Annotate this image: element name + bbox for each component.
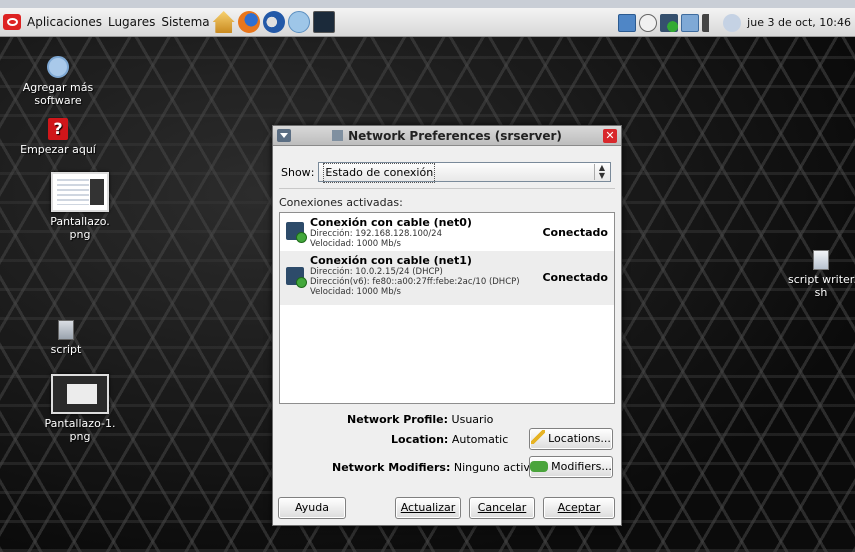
network-profile-row: Network Profile: Usuario (347, 413, 493, 426)
help-button-label: Ayuda (295, 501, 329, 514)
desktop-icon-label: Agregar más (22, 81, 94, 94)
home-folder-icon[interactable] (212, 11, 235, 33)
network-modifiers-label: Network Modifiers: (332, 461, 451, 474)
desktop-icon-label: Pantallazo. (50, 215, 110, 228)
desktop-icon-label: png (69, 430, 91, 443)
menu-lugares[interactable]: Lugares (108, 15, 155, 29)
update-manager-icon[interactable] (287, 11, 310, 33)
connection-name: Conexión con cable (net1) (310, 254, 472, 267)
firefox-icon[interactable] (237, 11, 260, 33)
connection-detail: Velocidad: 1000 Mb/s (310, 287, 401, 297)
clock[interactable]: jue 3 de oct, 10:46 (747, 16, 851, 29)
desktop-icon-label: software (34, 94, 82, 107)
network-profile-value: Usuario (451, 413, 494, 426)
system-tray: jue 3 de oct, 10:46 (618, 8, 855, 37)
screenshot-thumbnail-icon (51, 374, 109, 414)
top-strip (0, 0, 855, 8)
display-icon[interactable] (681, 13, 700, 32)
wired-connection-icon (286, 222, 307, 243)
help-icon: ? (48, 118, 68, 140)
locations-button[interactable]: Locations... (529, 428, 613, 450)
ok-button[interactable]: Aceptar (543, 497, 615, 519)
network-modifiers-value: Ninguno activo (453, 461, 537, 474)
connection-detail: Velocidad: 1000 Mb/s (310, 239, 401, 249)
desktop-icon-empezar-aqui[interactable]: ? Empezar aquí (20, 118, 96, 156)
desktop-icon-label: sh (814, 286, 828, 299)
network-modifiers-row: Network Modifiers: Ninguno activo (332, 461, 537, 474)
connections-list[interactable]: Conexión con cable (net0) Dirección: 192… (279, 212, 615, 404)
show-colon: : (310, 165, 315, 179)
menu-sistema[interactable]: Sistema (161, 15, 209, 29)
modifiers-icon (530, 461, 549, 472)
desktop-icon-script-writer[interactable]: script writer. sh (788, 250, 855, 299)
select-arrows-icon: ▲ ▼ (594, 164, 608, 180)
folder-icon (58, 320, 74, 340)
connection-status: Conectado (542, 226, 608, 239)
user-status-icon[interactable] (723, 13, 742, 32)
location-row: Location: Automatic (391, 433, 508, 446)
oracle-logo-icon[interactable] (3, 14, 21, 30)
system-monitor-icon[interactable] (618, 13, 637, 32)
desktop-icon-script-folder[interactable]: script (38, 320, 94, 356)
menu-aplicaciones[interactable]: Aplicaciones (27, 15, 102, 29)
desktop-icon-agregar-software[interactable]: Agregar más software (22, 56, 94, 107)
show-label: Show (281, 165, 311, 179)
show-row: Show: Estado de conexión ▲ ▼ (281, 162, 612, 183)
pencil-icon (531, 430, 546, 444)
modifiers-button[interactable]: Modifiers... (529, 456, 613, 478)
wired-connection-icon (286, 267, 307, 288)
network-preferences-dialog: Network Preferences (srserver) ✕ Show: E… (272, 125, 622, 526)
show-select[interactable]: Estado de conexión ▲ ▼ (318, 162, 612, 183)
show-select-value: Estado de conexión (323, 163, 436, 183)
desktop-icon-label: Pantallazo-1. (44, 417, 116, 430)
network-profile-label: Network Profile: (347, 413, 449, 426)
refresh-button-label: Actualizar (400, 501, 456, 514)
thunderbird-icon[interactable] (262, 11, 285, 33)
location-label: Location: (391, 433, 449, 446)
desktop-icon-label: script writer. (788, 273, 855, 286)
dialog-title: Network Preferences (srserver) (273, 129, 621, 143)
cancel-button[interactable]: Cancelar (469, 497, 535, 519)
dialog-title-text: Network Preferences (srserver) (348, 129, 562, 143)
desktop-icon-pantallazo-1[interactable]: Pantallazo-1. png (42, 374, 118, 443)
connections-heading: Conexiones activadas: (279, 196, 403, 209)
clock-applet-icon[interactable] (639, 13, 658, 32)
help-button[interactable]: Ayuda (278, 497, 346, 519)
modifiers-button-label: Modifiers... (551, 460, 612, 473)
close-icon[interactable]: ✕ (603, 129, 617, 143)
terminal-icon[interactable] (312, 11, 335, 33)
volume-icon[interactable] (702, 13, 721, 32)
network-status-icon[interactable] (660, 13, 679, 32)
desktop-icon-label: Empezar aquí (20, 143, 96, 156)
screenshot-thumbnail-icon (51, 172, 109, 212)
top-panel: Aplicaciones Lugares Sistema jue 3 de oc… (0, 8, 855, 37)
desktop-icon-label: script (50, 343, 82, 356)
list-item[interactable]: Conexión con cable (net0) Dirección: 192… (280, 213, 614, 251)
desktop-icon-pantallazo[interactable]: Pantallazo. png (44, 172, 116, 241)
connection-status: Conectado (542, 271, 608, 284)
network-icon (332, 130, 344, 141)
cancel-button-label: Cancelar (477, 501, 527, 514)
ok-button-label: Aceptar (557, 501, 601, 514)
dialog-titlebar[interactable]: Network Preferences (srserver) ✕ (273, 126, 621, 146)
locations-button-label: Locations... (548, 432, 611, 445)
refresh-button[interactable]: Actualizar (395, 497, 461, 519)
location-value: Automatic (451, 433, 509, 446)
divider (279, 188, 615, 189)
desktop-icon-label: png (69, 228, 91, 241)
list-item[interactable]: Conexión con cable (net1) Dirección: 10.… (280, 251, 614, 305)
software-update-icon (47, 56, 69, 78)
script-file-icon (813, 250, 829, 270)
